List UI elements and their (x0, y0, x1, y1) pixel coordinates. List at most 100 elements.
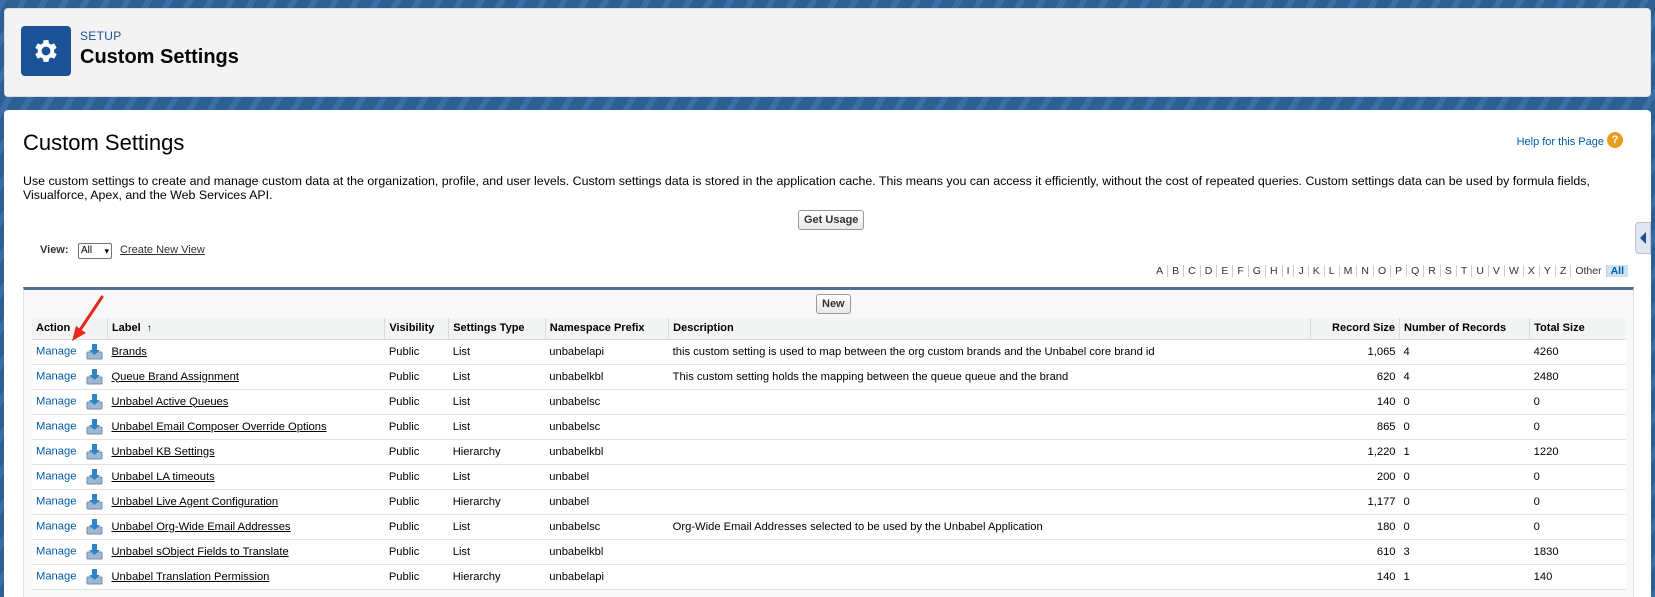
alpha-filter-e[interactable]: E (1216, 265, 1232, 277)
number-of-records-cell: 4 (1399, 364, 1530, 390)
alpha-filter-z[interactable]: Z (1554, 265, 1570, 277)
alpha-filter-a[interactable]: A (1152, 265, 1167, 277)
alpha-filter-r[interactable]: R (1423, 265, 1440, 277)
manage-link[interactable]: Manage (36, 345, 76, 357)
alpha-filter-h[interactable]: H (1264, 265, 1282, 277)
alpha-filter-q[interactable]: Q (1406, 265, 1423, 277)
manage-link[interactable]: Manage (36, 570, 76, 582)
alpha-filter-v[interactable]: V (1487, 265, 1504, 277)
alpha-filter-b[interactable]: B (1167, 265, 1183, 277)
namespace-cell: unbabel (545, 489, 669, 515)
help-link[interactable]: Help for this Page (1517, 136, 1604, 148)
download-icon[interactable] (86, 568, 103, 585)
alpha-filter-y[interactable]: Y (1538, 265, 1555, 277)
visibility-cell: Public (384, 489, 449, 515)
record-size-cell: 140 (1310, 564, 1400, 590)
alpha-filter-x[interactable]: X (1522, 265, 1539, 277)
col-settings-type[interactable]: Settings Type (448, 318, 546, 340)
table-header-row: Action Label ↑ Visibility Settings Type … (32, 318, 1626, 340)
download-icon[interactable] (86, 468, 103, 485)
label-cell[interactable]: Unbabel sObject Fields to Translate (107, 539, 385, 565)
manage-link[interactable]: Manage (36, 395, 76, 407)
get-usage-button[interactable]: Get Usage (798, 210, 865, 230)
alpha-filter-s[interactable]: S (1439, 265, 1456, 277)
description-cell (668, 464, 1311, 490)
manage-link[interactable]: Manage (36, 495, 76, 507)
label-cell[interactable]: Brands (107, 339, 385, 365)
col-label[interactable]: Label ↑ (106, 318, 385, 340)
download-icon[interactable] (86, 393, 103, 410)
manage-link[interactable]: Manage (36, 545, 76, 557)
manage-link[interactable]: Manage (36, 370, 76, 382)
alpha-filter-k[interactable]: K (1307, 265, 1324, 277)
col-total-size[interactable]: Total Size (1529, 318, 1626, 340)
alpha-filter-c[interactable]: C (1183, 265, 1200, 277)
setting-label-link[interactable]: Unbabel Org-Wide Email Addresses (111, 521, 290, 533)
description-cell (668, 539, 1311, 565)
label-cell[interactable]: Queue Brand Assignment (107, 364, 385, 390)
col-description[interactable]: Description (668, 318, 1311, 340)
col-number-of-records[interactable]: Number of Records (1399, 318, 1530, 340)
label-cell[interactable]: Unbabel Active Queues (107, 389, 385, 415)
alpha-filter-m[interactable]: M (1338, 265, 1357, 277)
col-namespace[interactable]: Namespace Prefix (544, 318, 669, 340)
manage-link[interactable]: Manage (36, 420, 76, 432)
setting-label-link[interactable]: Unbabel LA timeouts (111, 471, 214, 483)
alpha-filter-p[interactable]: P (1390, 265, 1406, 277)
main-card: Custom Settings Help for this Page ? Use… (4, 110, 1651, 597)
manage-link[interactable]: Manage (36, 445, 76, 457)
visibility-cell: Public (384, 339, 449, 365)
label-cell[interactable]: Unbabel Email Composer Override Options (107, 414, 385, 440)
view-select[interactable]: All ▾ (78, 243, 112, 259)
label-cell[interactable]: Unbabel Live Agent Configuration (107, 489, 385, 515)
download-icon[interactable] (86, 543, 103, 560)
setting-label-link[interactable]: Unbabel sObject Fields to Translate (111, 546, 288, 558)
alpha-filter-other[interactable]: Other (1570, 265, 1605, 277)
setting-label-link[interactable]: Unbabel Email Composer Override Options (111, 421, 326, 433)
label-cell[interactable]: Unbabel Org-Wide Email Addresses (107, 514, 385, 540)
number-of-records-cell: 0 (1399, 464, 1530, 490)
alpha-filter-w[interactable]: W (1503, 265, 1523, 277)
create-new-view-link[interactable]: Create New View (120, 244, 205, 256)
setting-label-link[interactable]: Unbabel Live Agent Configuration (111, 496, 278, 508)
table-row: Manage Unbabel KB Settings Public Hierarchy… (32, 439, 1626, 465)
col-record-size[interactable]: Record Size (1310, 318, 1400, 340)
alpha-filter-l[interactable]: L (1323, 265, 1339, 277)
download-icon[interactable] (86, 343, 103, 360)
setting-label-link[interactable]: Unbabel Translation Permission (111, 571, 269, 583)
action-cell: Manage (32, 464, 108, 490)
download-icon[interactable] (86, 418, 103, 435)
new-button[interactable]: New (816, 294, 851, 314)
setting-label-link[interactable]: Brands (111, 346, 146, 358)
alpha-filter-g[interactable]: G (1247, 265, 1265, 277)
sidebar-collapse-tab[interactable] (1635, 222, 1651, 254)
alpha-filter-f[interactable]: F (1232, 265, 1247, 277)
manage-link[interactable]: Manage (36, 470, 76, 482)
download-icon[interactable] (86, 368, 103, 385)
label-cell[interactable]: Unbabel Translation Permission (107, 564, 385, 590)
alpha-filter-j[interactable]: J (1293, 265, 1307, 277)
alpha-filter-i[interactable]: I (1281, 265, 1294, 277)
label-cell[interactable]: Unbabel LA timeouts (107, 464, 385, 490)
setting-label-link[interactable]: Unbabel KB Settings (111, 446, 214, 458)
manage-link[interactable]: Manage (36, 520, 76, 532)
alpha-filter-all[interactable]: All (1605, 265, 1628, 277)
alpha-filter-t[interactable]: T (1455, 265, 1471, 277)
download-icon[interactable] (86, 518, 103, 535)
breadcrumb[interactable]: SETUP (80, 29, 122, 43)
alpha-filter-o[interactable]: O (1372, 265, 1390, 277)
setting-label-link[interactable]: Unbabel Active Queues (111, 396, 228, 408)
col-visibility[interactable]: Visibility (384, 318, 449, 340)
namespace-cell: unbabelkbl (545, 439, 669, 465)
label-cell[interactable]: Unbabel KB Settings (107, 439, 385, 465)
table-row: Manage Unbabel LA timeouts Public List unbab… (32, 464, 1626, 490)
header-title: Custom Settings (80, 46, 239, 68)
download-icon[interactable] (86, 493, 103, 510)
download-icon[interactable] (86, 443, 103, 460)
alpha-filter-u[interactable]: U (1471, 265, 1488, 277)
help-icon[interactable]: ? (1607, 132, 1623, 148)
setting-label-link[interactable]: Queue Brand Assignment (111, 371, 239, 383)
total-size-cell: 1220 (1529, 439, 1626, 465)
alpha-filter-n[interactable]: N (1356, 265, 1373, 277)
alpha-filter-d[interactable]: D (1199, 265, 1217, 277)
